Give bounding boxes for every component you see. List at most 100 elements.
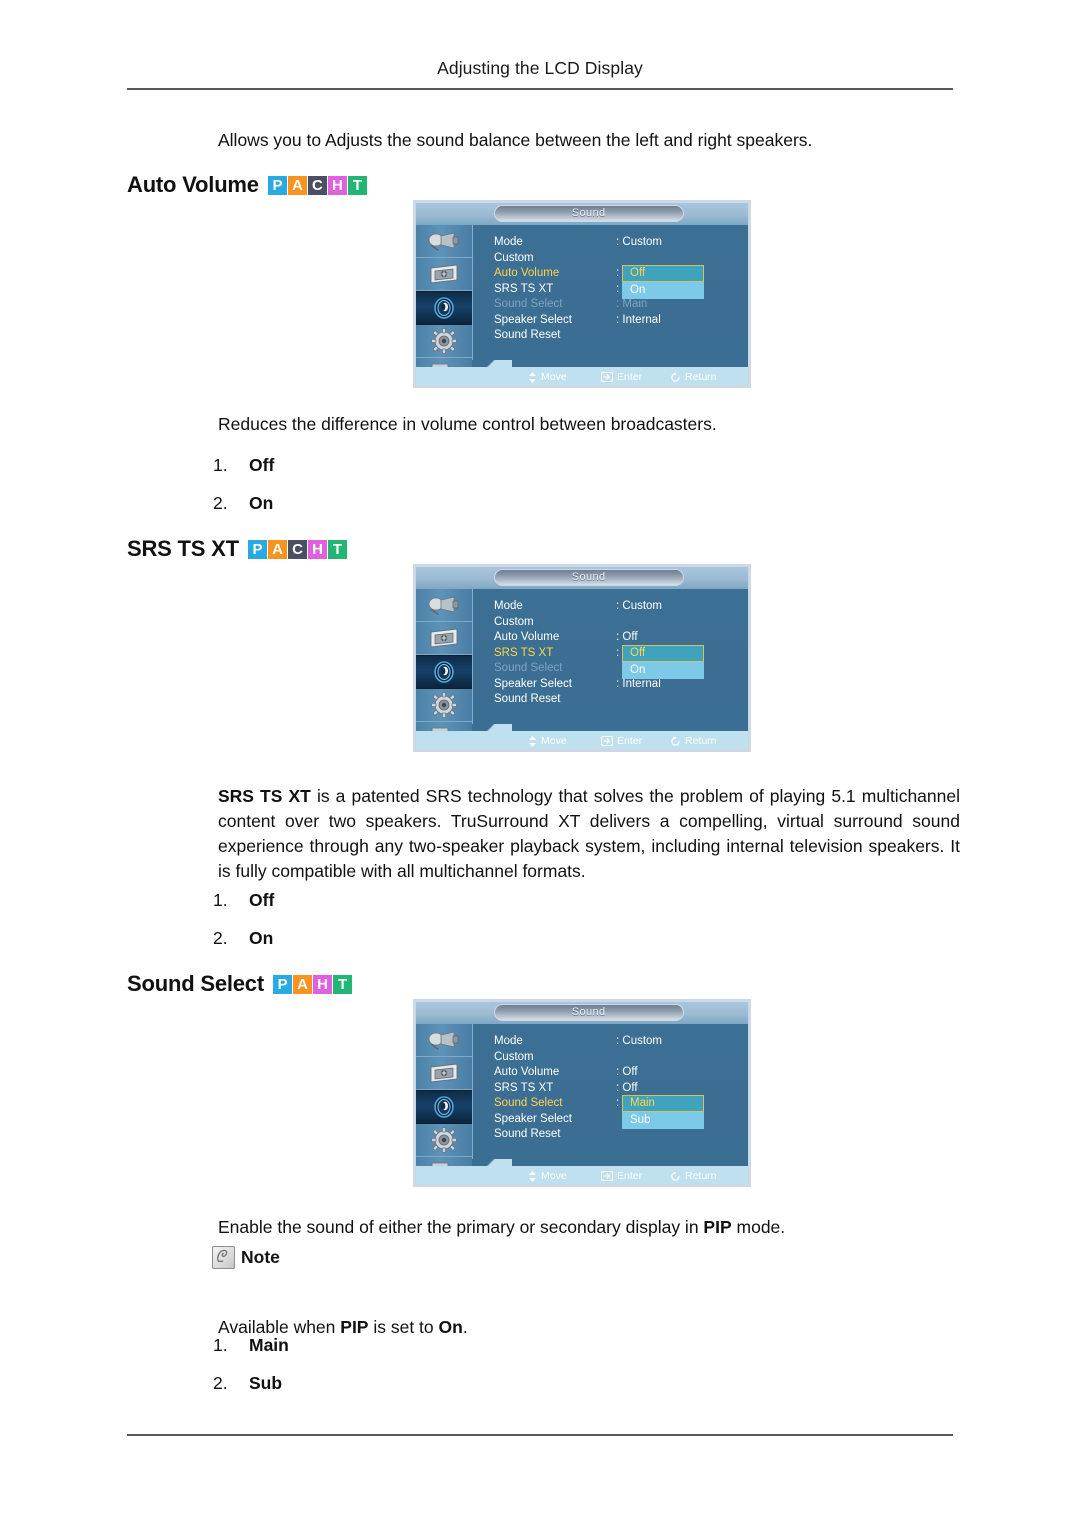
osd-help-label: Move bbox=[541, 371, 567, 383]
sound-speaker-icon bbox=[429, 295, 459, 321]
osd-option-alternate[interactable]: Sub bbox=[622, 1112, 704, 1129]
osd-menu-row[interactable]: Auto Volume: Off bbox=[494, 630, 744, 646]
osd-help-label: Return bbox=[685, 1170, 717, 1182]
srs-ts-xt-description: SRS TS XT is a patented SRS technology t… bbox=[218, 784, 960, 884]
osd-help-move: Move bbox=[528, 735, 567, 747]
option-label: On bbox=[249, 493, 274, 513]
osd-menu-row[interactable]: SRS TS XT: Off bbox=[494, 1081, 744, 1097]
osd-menu-row[interactable]: Speaker Select: Internal bbox=[494, 677, 744, 693]
osd-menu-value: : Custom bbox=[616, 600, 663, 612]
option-number: 2. bbox=[213, 1373, 228, 1393]
osd-menu-row[interactable]: Sound Select bbox=[494, 661, 744, 677]
osd-rail-item-setup-gear[interactable] bbox=[416, 1124, 472, 1157]
badge-a: A bbox=[292, 974, 312, 994]
osd-option-popup[interactable]: Off On bbox=[622, 644, 704, 679]
picture-input-icon bbox=[427, 229, 461, 253]
osd-body: Sound Mode : Custom Custom Auto Volume: SRS T… bbox=[416, 203, 748, 385]
display-image-icon bbox=[428, 1061, 460, 1085]
osd-menu-label: Mode bbox=[494, 236, 523, 248]
osd-title-text: Sound bbox=[571, 207, 606, 219]
osd-title-pill: Sound bbox=[493, 205, 684, 222]
running-header: Adjusting the LCD Display bbox=[437, 58, 643, 78]
osd-rail-item-picture-input[interactable] bbox=[416, 225, 472, 258]
osd-option-focused[interactable]: Main bbox=[622, 1095, 704, 1112]
osd-body: Sound Mode: Custom Custom Auto Volume: Off S… bbox=[416, 1002, 748, 1184]
option-item: 2. On bbox=[213, 493, 274, 514]
osd-help-label: Move bbox=[541, 1170, 567, 1182]
osd-option-alternate[interactable]: On bbox=[622, 282, 704, 299]
badge-t: T bbox=[327, 539, 347, 559]
setup-gear-icon bbox=[430, 1126, 458, 1154]
osd-help-return: Return bbox=[670, 371, 717, 383]
osd-menu-row[interactable]: Auto Volume: Off bbox=[494, 1065, 744, 1081]
badge-group-srs-ts-xt: P A C H T bbox=[247, 539, 347, 559]
intro-paragraph: Allows you to Adjusts the sound balance … bbox=[218, 130, 813, 150]
osd-footbar-notch bbox=[472, 724, 512, 731]
osd-menu-row[interactable]: Custom bbox=[494, 1050, 744, 1066]
display-image-icon bbox=[428, 262, 460, 286]
osd-menu-row[interactable]: SRS TS XT: bbox=[494, 282, 744, 298]
osd-option-alternate[interactable]: On bbox=[622, 661, 704, 679]
return-icon bbox=[670, 735, 681, 747]
osd-menu-row[interactable]: Mode : Custom bbox=[494, 235, 744, 251]
osd-rail-item-display-image[interactable] bbox=[416, 622, 472, 655]
osd-menu-row[interactable]: Auto Volume: bbox=[494, 266, 744, 282]
osd-footbar-notch bbox=[472, 360, 512, 367]
osd-help-move: Move bbox=[528, 371, 567, 383]
osd-menu-row[interactable]: Custom bbox=[494, 251, 744, 267]
updown-arrow-icon bbox=[528, 1170, 537, 1182]
osd-option-popup[interactable]: Off On bbox=[622, 265, 704, 299]
emphasis: On bbox=[438, 1317, 463, 1337]
section-title-text: Sound Select bbox=[127, 971, 264, 996]
osd-menu-row[interactable]: Speaker Select bbox=[494, 1112, 744, 1128]
note-label: Note bbox=[241, 1247, 280, 1267]
osd-menu-row[interactable]: SRS TS XT: bbox=[494, 646, 744, 662]
osd-menu-row[interactable]: Sound Reset bbox=[494, 1127, 744, 1143]
osd-option-focused[interactable]: Off bbox=[622, 265, 704, 282]
badge-a: A bbox=[267, 539, 287, 559]
enter-icon bbox=[601, 736, 613, 746]
osd-help-label: Enter bbox=[617, 1170, 643, 1182]
osd-rail-item-setup-gear[interactable] bbox=[416, 325, 472, 358]
option-number: 1. bbox=[213, 455, 228, 475]
setup-gear-icon bbox=[430, 327, 458, 355]
badge-p: P bbox=[267, 175, 287, 195]
osd-menu-value: : Off bbox=[616, 631, 638, 643]
osd-rail-item-display-image[interactable] bbox=[416, 1057, 472, 1090]
osd-rail-item-sound-speaker[interactable] bbox=[416, 655, 472, 689]
osd-menu-row[interactable]: Sound Reset bbox=[494, 328, 744, 344]
display-image-icon bbox=[428, 626, 460, 650]
setup-gear-icon bbox=[430, 691, 458, 719]
osd-menu-row[interactable]: Speaker Select: Internal bbox=[494, 313, 744, 329]
osd-menu-row[interactable]: Custom bbox=[494, 615, 744, 631]
osd-rail-item-picture-input[interactable] bbox=[416, 1024, 472, 1057]
enter-icon bbox=[601, 1171, 613, 1181]
sound-select-description: Enable the sound of either the primary o… bbox=[218, 1217, 786, 1237]
osd-screenshot-sound-select: Sound Mode: Custom Custom Auto Volume: Off S… bbox=[413, 999, 751, 1187]
osd-help-label: Return bbox=[685, 371, 717, 383]
osd-menu-row[interactable]: Mode: Custom bbox=[494, 1034, 744, 1050]
srs-ts-xt-body: is a patented SRS technology that solves… bbox=[218, 786, 960, 881]
osd-menu-value: : Custom bbox=[616, 236, 663, 248]
osd-menu-label: Auto Volume bbox=[494, 267, 560, 279]
osd-help-label: Return bbox=[685, 735, 717, 747]
osd-icon-rail bbox=[416, 1024, 473, 1184]
osd-menu-value: : Off bbox=[616, 1081, 638, 1094]
osd-menu-row[interactable]: Mode: Custom bbox=[494, 599, 744, 615]
osd-rail-item-sound-speaker[interactable] bbox=[416, 291, 472, 325]
osd-help-return: Return bbox=[670, 735, 717, 747]
osd-rail-item-display-image[interactable] bbox=[416, 258, 472, 291]
osd-menu-label: Sound Select bbox=[494, 1097, 563, 1109]
osd-title-pill: Sound bbox=[493, 569, 684, 586]
osd-option-popup[interactable]: Main Sub bbox=[622, 1095, 704, 1129]
badge-c: C bbox=[287, 539, 307, 559]
osd-menu-row[interactable]: Sound Reset bbox=[494, 692, 744, 708]
osd-menu-row[interactable]: Sound Select: Main bbox=[494, 297, 744, 313]
osd-rail-item-setup-gear[interactable] bbox=[416, 689, 472, 722]
osd-menu-row[interactable]: Sound Select: bbox=[494, 1096, 744, 1112]
section-heading-srs-ts-xt: SRS TS XT P A C H T bbox=[127, 536, 347, 562]
osd-rail-item-picture-input[interactable] bbox=[416, 589, 472, 622]
osd-option-focused[interactable]: Off bbox=[622, 644, 704, 662]
osd-menu-value: : Internal bbox=[616, 677, 661, 690]
osd-rail-item-sound-speaker[interactable] bbox=[416, 1090, 472, 1124]
